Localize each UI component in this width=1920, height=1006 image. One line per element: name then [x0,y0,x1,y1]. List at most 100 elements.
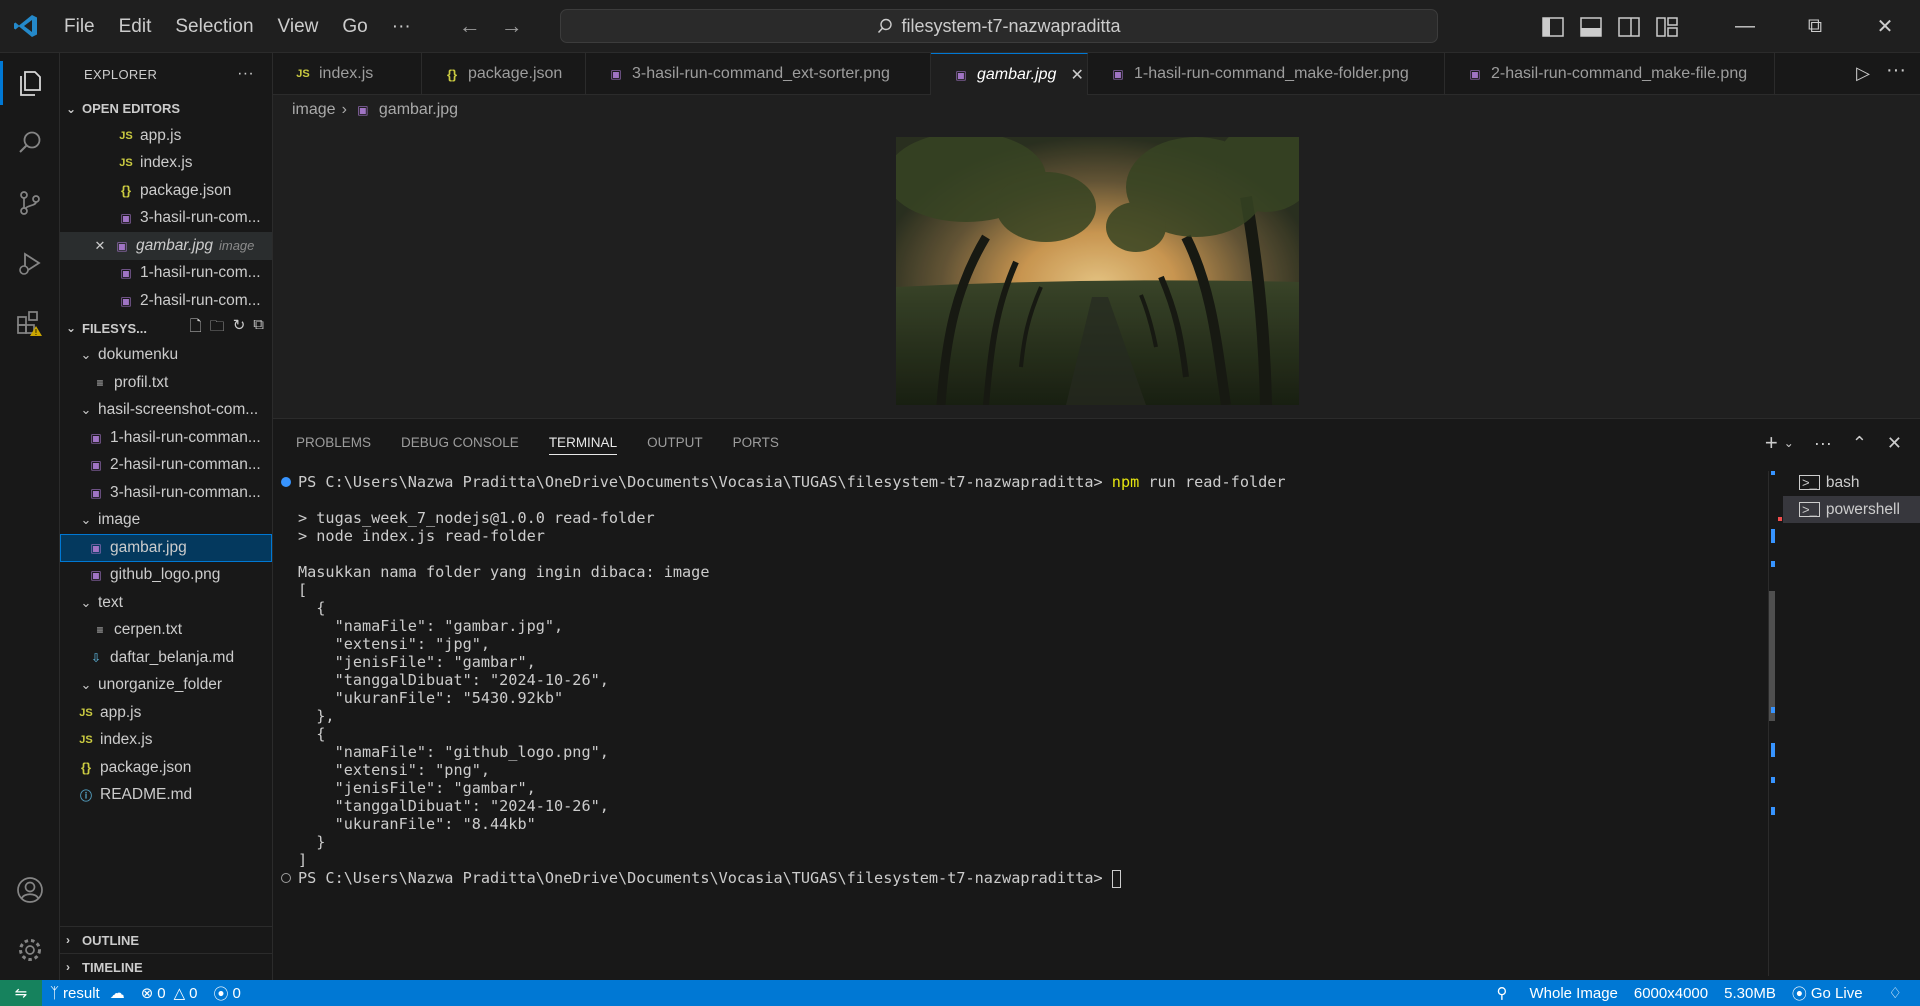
json-file-icon: {} [80,760,92,776]
close-editor-icon[interactable]: ✕ [92,238,108,254]
tab-make-file-png[interactable]: ▣ 2-hasil-run-command_make-file.png [1445,53,1775,95]
sync-cloud-icon: ☁ [109,985,125,1002]
outline-header[interactable]: › OUTLINE [60,926,272,953]
settings-gear-icon[interactable] [0,920,60,980]
tree-file[interactable]: ▣ 2-hasil-run-comman... [60,452,272,480]
tab-ext-sorter-png[interactable]: ▣ 3-hasil-run-command_ext-sorter.png [586,53,931,95]
breadcrumb-file[interactable]: gambar.jpg [379,101,458,119]
tree-file[interactable]: ≡ profil.txt [60,369,272,397]
title-bar: File Edit Selection View Go ··· ← → file… [0,0,1920,53]
maximize-panel-icon[interactable]: ⌃ [1852,433,1867,454]
tab-problems[interactable]: PROBLEMS [296,435,371,450]
customize-layout-icon[interactable] [1656,16,1678,37]
tree-label: gambar.jpg [110,538,187,556]
tab-package-json[interactable]: {} package.json [422,53,586,95]
breadcrumb-folder[interactable]: image [292,101,336,119]
tree-file[interactable]: ▣ 3-hasil-run-comman... [60,479,272,507]
tab-gambar-jpg[interactable]: ▣ gambar.jpg ✕ [931,53,1088,95]
minimize-button[interactable]: — [1710,0,1780,53]
search-activity-icon[interactable] [0,113,60,173]
tree-label: daftar_belanja.md [110,648,235,666]
go-live-label: Go Live [1810,984,1863,1002]
terminal-scrollbar[interactable] [1768,471,1782,976]
tree-file[interactable]: {} package.json [60,754,272,782]
tree-file[interactable]: ▣ github_logo.png [60,562,272,590]
forward-arrow-icon[interactable]: → [501,13,523,39]
js-file-icon: JS [79,706,93,719]
remote-indicator-icon[interactable]: ⇋ [0,980,42,1006]
menu-more[interactable]: ··· [380,0,423,53]
tree-file-selected[interactable]: ▣ gambar.jpg [60,534,272,562]
menu-view[interactable]: View [266,0,331,53]
ports-status[interactable]: ⦿ 0 [206,983,249,1004]
tree-folder[interactable]: ⌄ text [60,589,272,617]
tree-file[interactable]: JS index.js [60,727,272,755]
tab-debug-console[interactable]: DEBUG CONSOLE [401,435,519,450]
tab-index-js[interactable]: JS index.js [273,53,422,95]
run-debug-icon[interactable] [0,233,60,293]
terminal-item-powershell[interactable]: >_ powershell [1783,496,1920,523]
toggle-primary-sidebar-icon[interactable] [1542,16,1564,37]
open-editors-header[interactable]: ⌄ OPEN EDITORS [60,95,272,122]
tree-file[interactable]: JS app.js [60,699,272,727]
problems-status[interactable]: ⊗ 0 △ 0 [133,984,206,1003]
accounts-icon[interactable] [0,860,60,920]
explorer-icon[interactable] [0,53,60,113]
open-editors-title: OPEN EDITORS [82,101,181,116]
restore-button[interactable]: ⧉ [1780,0,1850,53]
open-editor-item[interactable]: ▣ 2-hasil-run-com... [60,287,272,315]
toggle-panel-icon[interactable] [1580,16,1602,37]
zoom-status[interactable]: Whole Image [1522,985,1626,1002]
menu-selection[interactable]: Selection [163,0,265,53]
panel-more-icon[interactable]: ··· [1814,433,1832,454]
tab-terminal[interactable]: TERMINAL [548,435,618,455]
zoom-icon[interactable]: ⚲ [1489,984,1522,1002]
tab-output[interactable]: OUTPUT [647,435,703,450]
timeline-header[interactable]: › TIMELINE [60,953,272,980]
terminal-item-bash[interactable]: >_ bash [1783,469,1920,496]
tab-ports[interactable]: PORTS [733,435,779,450]
editor-more-icon[interactable]: ··· [1886,59,1906,82]
new-terminal-plus-icon[interactable]: + [1765,430,1778,456]
menu-file[interactable]: File [52,0,107,53]
open-editor-item[interactable]: ▣ 3-hasil-run-com... [60,205,272,233]
open-editor-label: gambar.jpg [136,236,213,254]
refresh-icon[interactable]: ↻ [233,316,246,341]
open-editor-item[interactable]: {} package.json [60,177,272,205]
folder-header[interactable]: ⌄ FILESYS... 🗋 🗀 ↻ ⧉ [60,315,272,342]
tree-folder[interactable]: ⌄ dokumenku [60,342,272,370]
branch-status[interactable]: ᛉ result ☁ [42,984,133,1003]
terminal-output[interactable]: PS C:\Users\Nazwa Praditta\OneDrive\Docu… [273,471,1768,981]
close-tab-icon[interactable]: ✕ [1070,65,1083,85]
js-file-icon: JS [296,68,310,80]
close-panel-icon[interactable]: ✕ [1887,433,1902,454]
back-arrow-icon[interactable]: ← [459,13,481,39]
open-editor-item-active[interactable]: ✕ ▣ gambar.jpg image [60,232,272,260]
extensions-icon[interactable]: ! [0,293,60,353]
tree-file[interactable]: ≡ cerpen.txt [60,617,272,645]
go-live-button[interactable]: ⦿ Go Live [1784,983,1871,1004]
open-editor-item[interactable]: JS index.js [60,150,272,178]
tree-folder[interactable]: ⌄ hasil-screenshot-com... [60,397,272,425]
run-play-icon[interactable]: ▷ [1856,63,1870,84]
collapse-all-icon[interactable]: ⧉ [253,316,264,341]
open-editor-item[interactable]: ▣ 1-hasil-run-com... [60,260,272,288]
explorer-more-icon[interactable]: ··· [237,65,254,83]
tab-make-folder-png[interactable]: ▣ 1-hasil-run-command_make-folder.png [1088,53,1445,95]
tree-folder[interactable]: ⌄ unorganize_folder [60,672,272,700]
new-folder-icon[interactable]: 🗀 [210,316,225,341]
notifications-bell-icon[interactable]: ♢ [1871,984,1920,1002]
tree-folder[interactable]: ⌄ image [60,507,272,535]
toggle-secondary-sidebar-icon[interactable] [1618,16,1640,37]
command-center-search[interactable]: filesystem-t7-nazwapraditta [560,9,1438,43]
tree-file[interactable]: ⇩ daftar_belanja.md [60,644,272,672]
menu-edit[interactable]: Edit [107,0,164,53]
open-editor-item[interactable]: JS app.js [60,122,272,150]
tree-file[interactable]: ⓘ README.md [60,782,272,810]
tree-file[interactable]: ▣ 1-hasil-run-comman... [60,424,272,452]
new-file-icon[interactable]: 🗋 [190,316,202,341]
menu-go[interactable]: Go [330,0,379,53]
source-control-icon[interactable] [0,173,60,233]
close-window-button[interactable]: ✕ [1850,0,1920,53]
chevron-down-icon[interactable]: ⌄ [1784,436,1794,450]
